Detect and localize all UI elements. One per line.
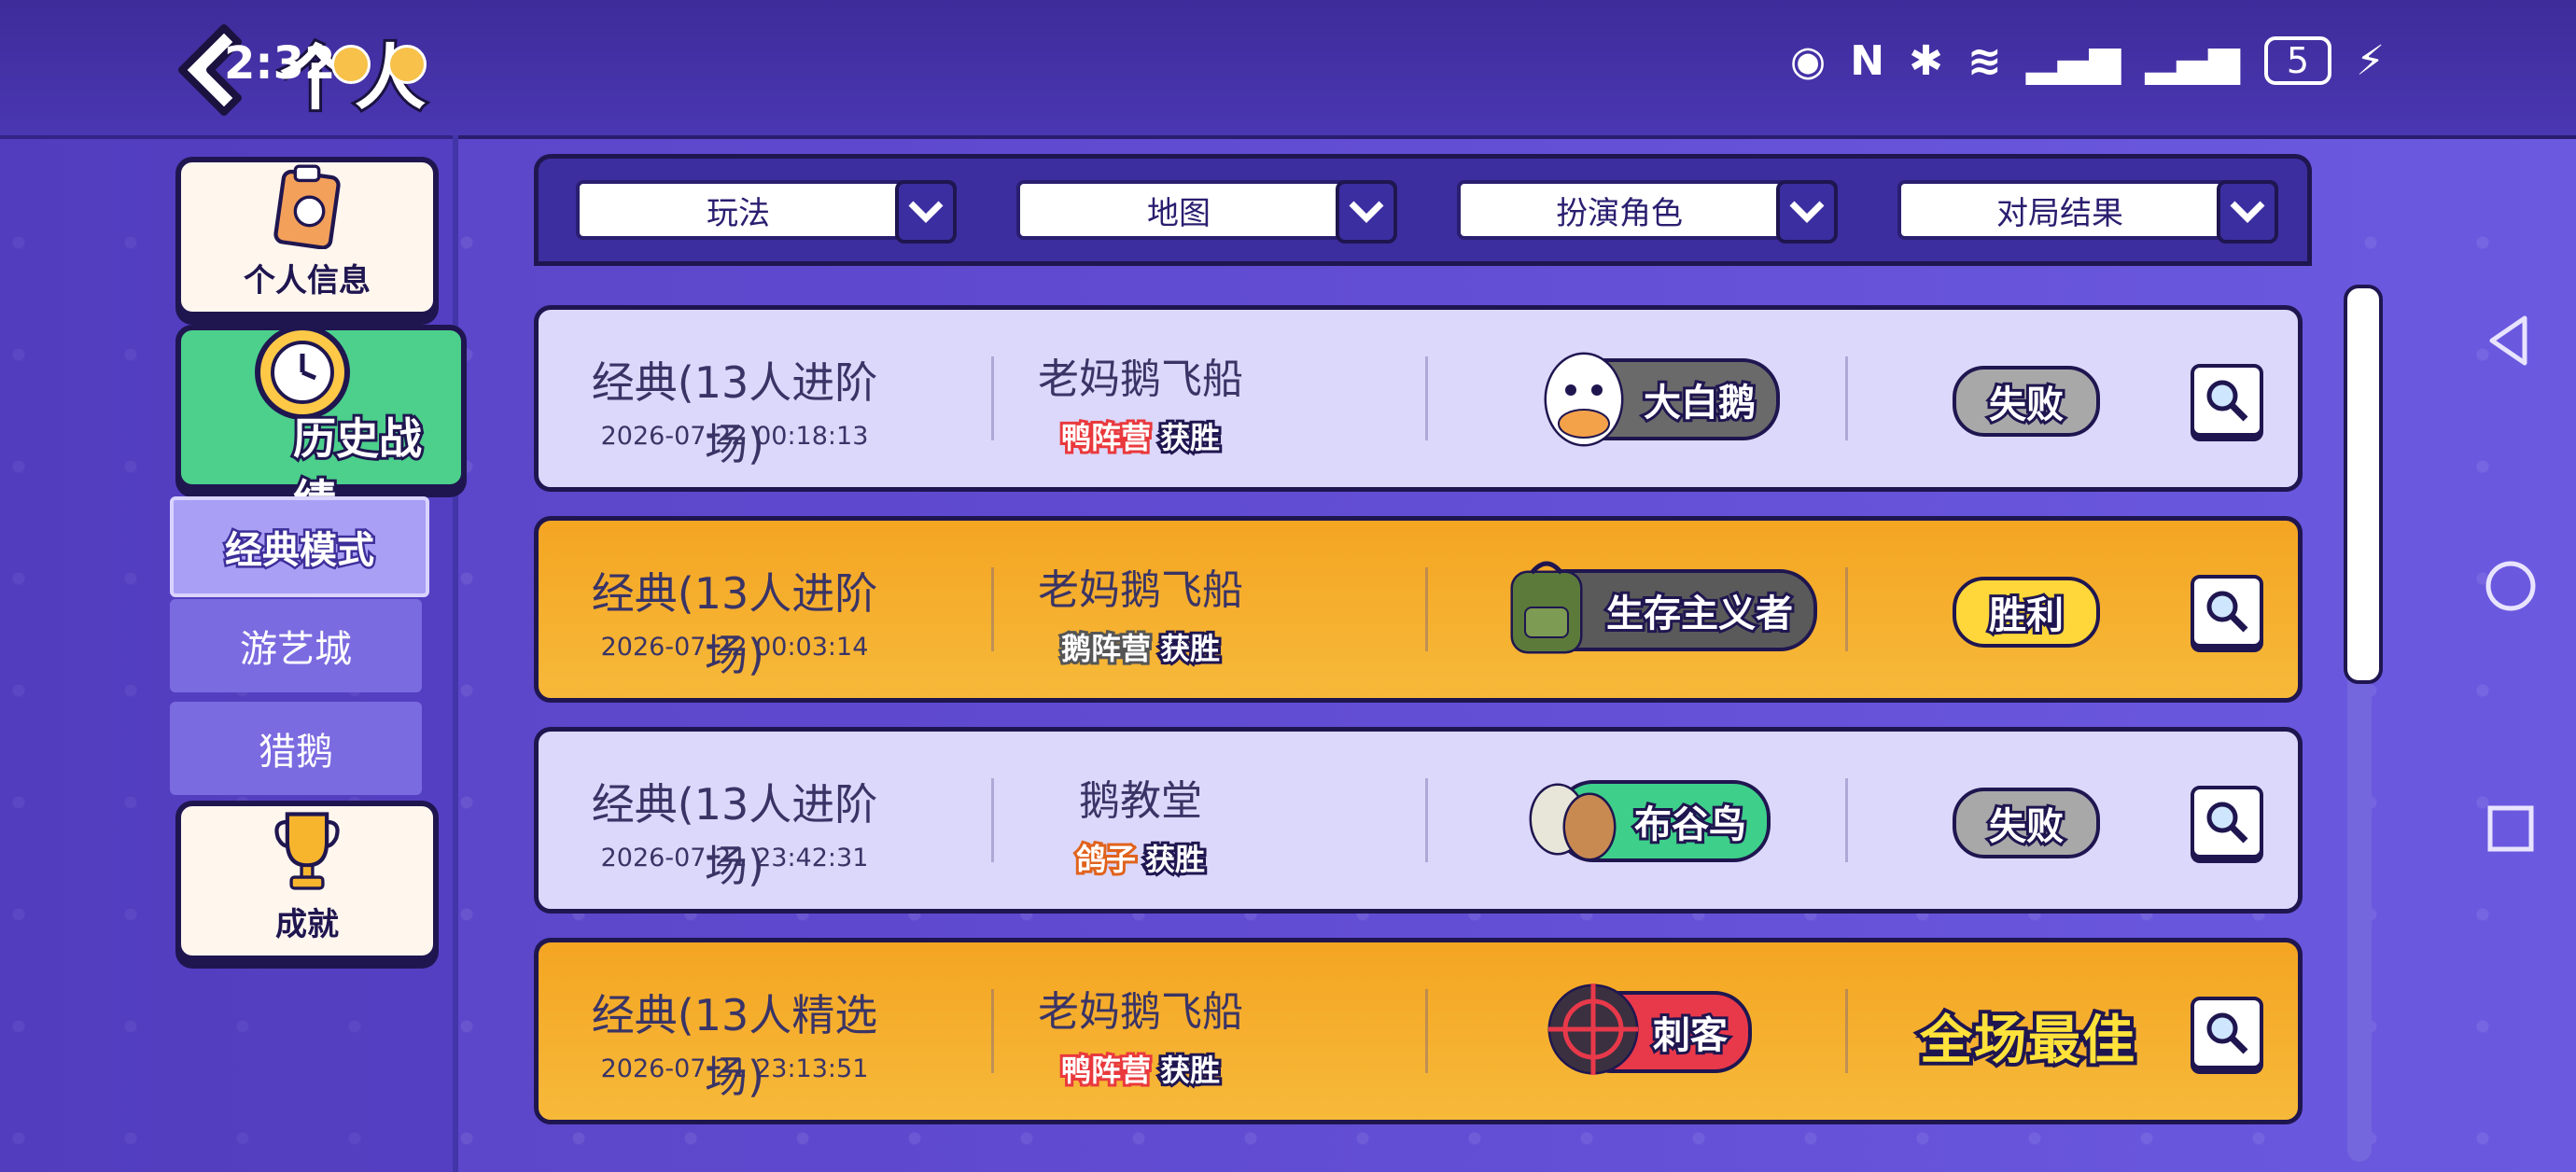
match-row[interactable]: 经典(13人进阶场) 2026-07-22 00:18:13 老妈鹅飞船 鸭阵营… [534, 305, 2303, 492]
nav-home-icon[interactable] [2483, 558, 2539, 614]
magnifier-icon [2206, 380, 2248, 422]
chevron-down-icon[interactable] [895, 180, 957, 244]
top-bar: 个人 ◉ N ✱ ≋ ▂▄▆ ▂▄▆ 5 ⚡ [0, 0, 2576, 139]
sidebar-item-achievements[interactable]: 成就 [175, 801, 439, 961]
role-badge: 布谷鸟 [1529, 780, 1771, 862]
nav-recents-icon[interactable] [2483, 801, 2539, 857]
filter-map-select[interactable]: 地图 [1016, 180, 1397, 244]
sidebar-item-history[interactable]: 历史战绩 [175, 325, 467, 528]
chevron-down-icon[interactable] [1336, 180, 1397, 244]
trophy-icon [274, 812, 340, 890]
magnifier-icon [2206, 1012, 2248, 1054]
match-row[interactable]: 经典(13人进阶场) 2026-07-21 23:42:31 鹅教堂 鸽子 获胜 … [534, 727, 2303, 914]
mode-tab-arcade[interactable]: 游艺城 [170, 599, 422, 692]
view-details-button[interactable] [2191, 786, 2263, 858]
bluetooth-icon: ✱ [1909, 36, 1943, 85]
filter-role-select[interactable]: 扮演角色 [1457, 180, 1838, 244]
signal-icon: ▂▄▆ [2025, 36, 2121, 85]
white-goose-icon [1544, 352, 1624, 447]
role-badge: 生存主义者 [1510, 561, 1817, 654]
weibo-icon [331, 45, 371, 84]
result-badge: 失败 [1953, 788, 2100, 858]
backpack-icon [1510, 561, 1583, 654]
status-time: 2:32 [224, 37, 336, 90]
wifi-icon: ≋ [1967, 36, 2002, 85]
role-badge: 刺客 [1547, 984, 1752, 1075]
filter-mode-select[interactable]: 玩法 [576, 180, 957, 244]
result-badge: 胜利 [1953, 577, 2100, 648]
view-details-button[interactable] [2191, 364, 2263, 437]
result-badge: 失败 [1953, 366, 2100, 437]
match-row[interactable]: 经典(13人进阶场) 2026-07-22 00:03:14 老妈鹅飞船 鹅阵营… [534, 516, 2303, 703]
view-details-button[interactable] [2191, 997, 2263, 1069]
scrollbar-thumb[interactable] [2344, 285, 2383, 684]
filter-result-select[interactable]: 对局结果 [1897, 180, 2278, 244]
status-bar: ◉ N ✱ ≋ ▂▄▆ ▂▄▆ 5 ⚡ [1790, 33, 2385, 89]
nfc-icon: N [1850, 36, 1885, 85]
sidebar-item-profile[interactable]: 个人信息 [175, 157, 439, 317]
signal-icon: ▂▄▆ [2145, 36, 2240, 85]
charging-icon: ⚡ [2356, 36, 2385, 85]
magnifier-icon [2206, 591, 2248, 633]
eggs-icon [1529, 783, 1617, 861]
mvp-badge: 全场最佳 [1916, 1007, 2138, 1075]
nav-back-icon[interactable] [2483, 313, 2539, 369]
battery-indicator: 5 [2263, 36, 2332, 85]
chevron-down-icon[interactable] [2217, 180, 2278, 244]
role-badge: 大白鹅 [1544, 352, 1780, 447]
sidebar-item-label: 成就 [275, 906, 339, 943]
view-details-button[interactable] [2191, 575, 2263, 648]
weibo-icon [387, 45, 427, 84]
magnifier-icon [2206, 802, 2248, 844]
crosshair-icon [1547, 984, 1639, 1075]
chevron-down-icon[interactable] [1776, 180, 1838, 244]
sidebar-item-label: 个人信息 [244, 262, 371, 300]
match-row[interactable]: 经典(13人精选场) 2026-07-21 23:13:51 老妈鹅飞船 鸭阵营… [534, 938, 2303, 1124]
mode-tab-classic[interactable]: 经典模式 [170, 496, 429, 597]
filter-bar: 玩法 地图 扮演角色 对局结果 [534, 154, 2312, 266]
clipboard-icon [273, 164, 341, 249]
mode-tab-goose-hunt[interactable]: 猎鹅 [170, 702, 422, 795]
eye-icon: ◉ [1789, 36, 1827, 85]
